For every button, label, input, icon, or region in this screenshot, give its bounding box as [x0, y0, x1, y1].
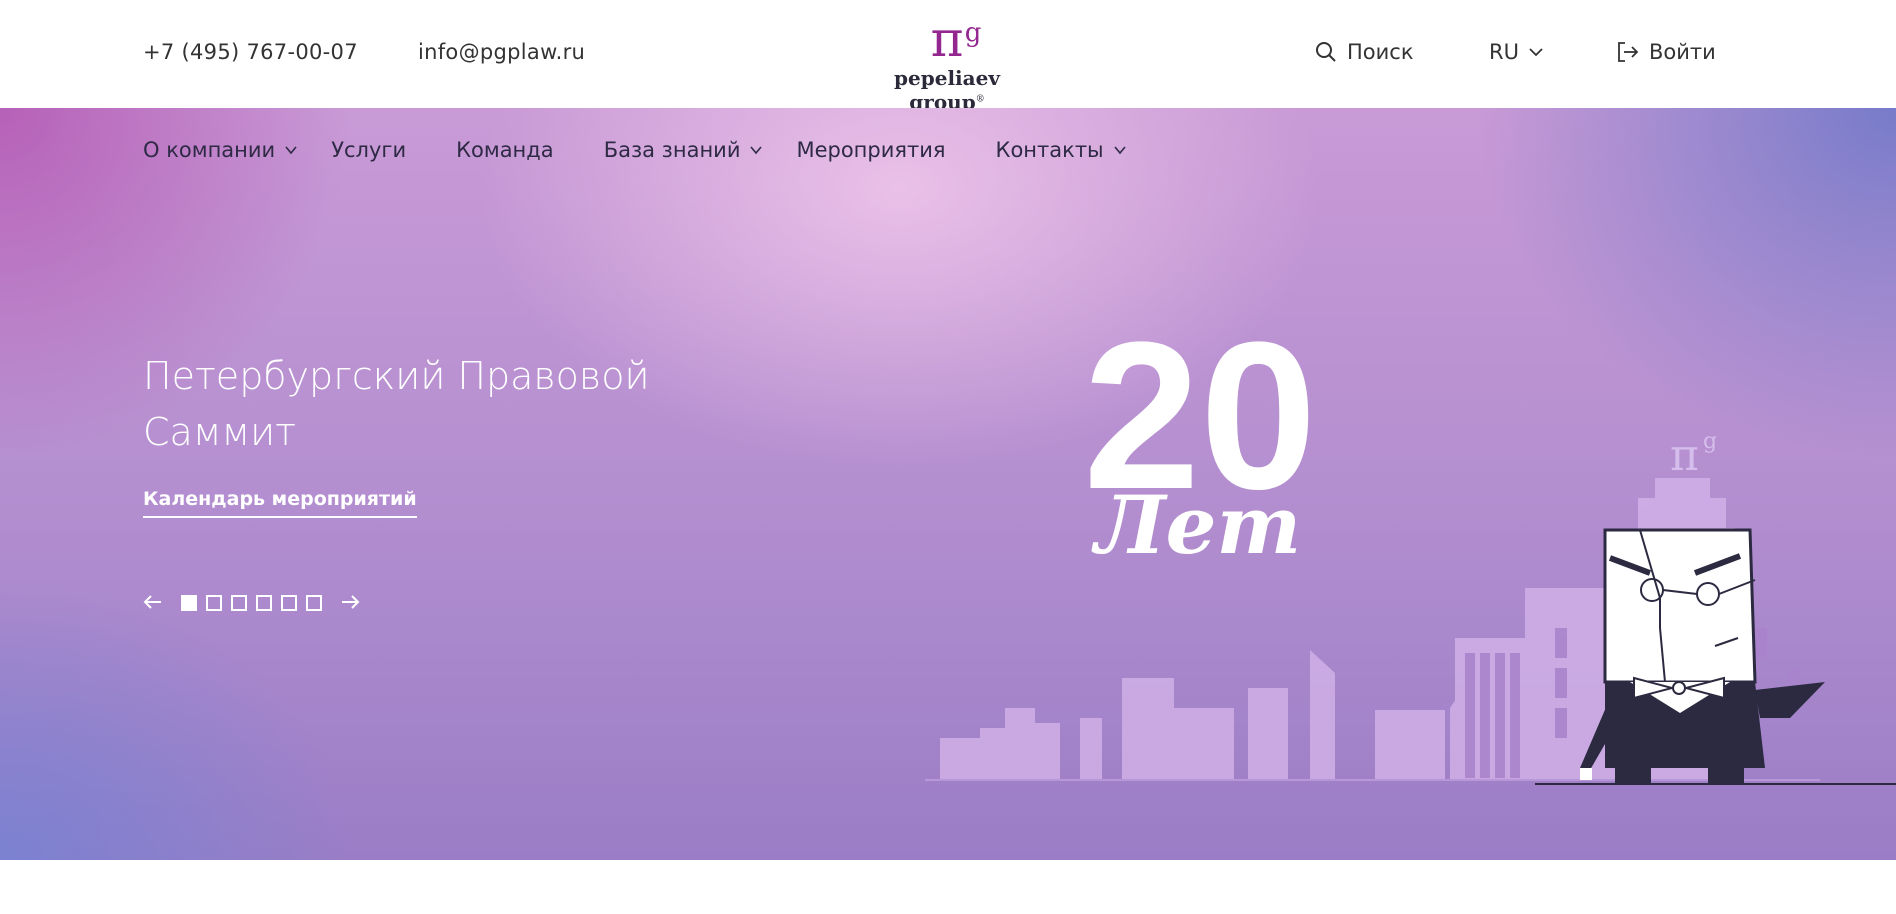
slider-dot[interactable] — [206, 595, 222, 611]
nav-item-events[interactable]: Мероприятия — [796, 138, 945, 162]
hero-title-line: Петербургский Правовой — [143, 354, 650, 398]
slider-dot[interactable] — [256, 595, 272, 611]
events-calendar-link[interactable]: Календарь мероприятий — [143, 488, 417, 518]
chevron-down-icon — [750, 146, 763, 155]
chevron-down-icon — [285, 146, 297, 155]
login-label: Войти — [1649, 40, 1716, 64]
svg-text:π: π — [1670, 430, 1699, 481]
arrow-left-icon[interactable] — [143, 594, 163, 612]
hero-title-line: Саммит — [143, 410, 297, 454]
nav-label: Услуги — [331, 138, 407, 162]
nav-item-services[interactable]: Услуги — [331, 138, 406, 162]
logo[interactable]: πg pepeliaev group® — [862, 10, 1032, 114]
email-link[interactable]: info@pgplaw.ru — [418, 40, 585, 64]
slider-controls — [143, 594, 360, 612]
character-figure — [1580, 528, 1825, 784]
chevron-down-icon — [1529, 48, 1543, 57]
slider-dot[interactable] — [306, 595, 322, 611]
search-icon — [1316, 42, 1336, 62]
nav-item-contacts[interactable]: Контакты — [996, 138, 1126, 162]
svg-text:g: g — [1703, 429, 1717, 454]
login-button[interactable]: Войти — [1617, 40, 1716, 64]
language-selector[interactable]: RU — [1489, 40, 1543, 64]
nav-label: Контакты — [995, 138, 1104, 162]
arrow-right-icon[interactable] — [340, 594, 360, 612]
top-header: +7 (495) 767-00-07 info@pgplaw.ru πg pep… — [0, 0, 1896, 114]
nav-label: Команда — [456, 138, 554, 162]
nav-item-about[interactable]: О компании — [143, 138, 297, 162]
logo-symbol: πg — [930, 10, 982, 68]
login-icon — [1618, 42, 1639, 62]
anniversary-illustration: 20 Лет π g — [925, 298, 1896, 785]
nav-label: База знаний — [603, 138, 741, 162]
nav-item-knowledge-base[interactable]: База знаний — [604, 138, 763, 162]
logo-name: pepeliaev group® — [894, 66, 1000, 114]
hero-title: Петербургский Правовой Саммит — [143, 348, 743, 460]
slider-dot[interactable] — [281, 595, 297, 611]
search-button[interactable]: Поиск — [1315, 40, 1414, 64]
nav-label: О компании — [143, 138, 276, 162]
slider-dot[interactable] — [231, 595, 247, 611]
hero-banner: О компании Услуги Команда База знаний Ме… — [0, 108, 1896, 860]
chevron-down-icon — [1114, 146, 1126, 155]
nav-item-team[interactable]: Команда — [456, 138, 554, 162]
phone-link[interactable]: +7 (495) 767-00-07 — [143, 40, 358, 64]
page-body-start — [0, 860, 1896, 914]
main-navigation: О компании Услуги Команда База знаний Ме… — [143, 138, 1176, 162]
nav-label: Мероприятия — [796, 138, 946, 162]
language-label: RU — [1489, 40, 1519, 64]
search-label: Поиск — [1347, 40, 1414, 64]
anniversary-word: Лет — [1091, 478, 1301, 572]
slider-dot[interactable] — [181, 595, 197, 611]
